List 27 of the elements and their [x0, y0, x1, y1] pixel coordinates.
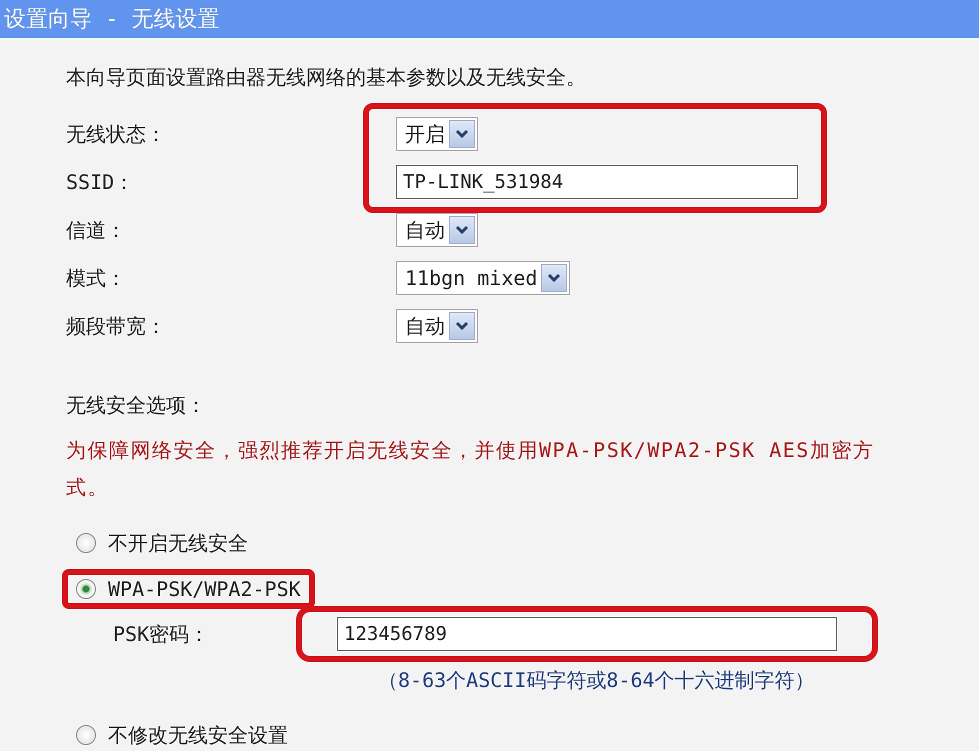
dropdown[interactable]: 自动	[396, 213, 478, 247]
radio-button[interactable]	[76, 579, 96, 599]
intro-text: 本向导页面设置路由器无线网络的基本参数以及无线安全。	[66, 64, 587, 91]
radio-option[interactable]: WPA-PSK/WPA2-PSK	[66, 573, 311, 605]
warning-text: 为保障网络安全，强烈推荐开启无线安全，并使用WPA-PSK/WPA2-PSK AES加密方式。	[66, 437, 876, 501]
chevron-down-icon	[455, 321, 469, 331]
radio-button[interactable]	[76, 725, 96, 745]
field-label: 频段带宽：	[66, 312, 166, 340]
field-label: 无线状态：	[66, 120, 166, 148]
field-label: PSK密码：	[112, 620, 210, 648]
window-title: 设置向导 - 无线设置	[4, 6, 220, 34]
section-heading: 无线安全选项：	[66, 392, 207, 419]
field-label: SSID：	[66, 168, 134, 196]
chevron-down-icon	[455, 225, 469, 235]
dropdown[interactable]: 自动	[396, 309, 478, 343]
dropdown[interactable]: 开启	[396, 117, 478, 151]
field-label: 模式：	[66, 264, 126, 292]
radio-option[interactable]: 不开启无线安全	[66, 526, 258, 560]
ssid-field[interactable]: TP-LINK_531984	[396, 165, 798, 199]
chevron-down-icon	[547, 273, 562, 283]
radio-option[interactable]: 不修改无线安全设置	[66, 718, 298, 751]
password-field[interactable]: 123456789	[337, 617, 837, 651]
radio-button[interactable]	[76, 533, 96, 553]
dropdown[interactable]: 11bgn mixed	[396, 261, 570, 295]
hint-text: （8-63个ASCII码字符或8-64个十六进制字符）	[378, 667, 816, 694]
chevron-down-icon	[455, 129, 469, 139]
field-label: 信道：	[66, 216, 126, 244]
